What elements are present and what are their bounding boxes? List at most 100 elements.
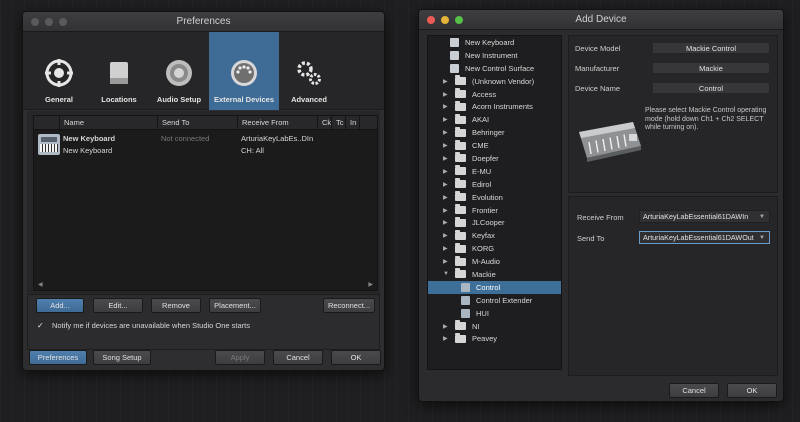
chevron-right-icon[interactable]: ▶ <box>443 168 451 175</box>
close-button[interactable] <box>427 16 435 24</box>
ok-button[interactable]: OK <box>727 383 777 398</box>
minimize-button[interactable] <box>45 18 53 26</box>
chevron-right-icon[interactable]: ▶ <box>443 323 451 330</box>
tree-item-label: AKAI <box>472 115 490 125</box>
device-tree[interactable]: New Keyboard New Instrument New Control … <box>427 35 562 370</box>
header-send-to[interactable]: Send To <box>158 115 238 130</box>
tree-item-label: Access <box>472 89 497 99</box>
device-name-label: Device Name <box>575 84 621 93</box>
zoom-button[interactable] <box>59 18 67 26</box>
preferences-title: Preferences <box>176 16 231 27</box>
minimize-button[interactable] <box>441 16 449 24</box>
gears-icon <box>297 61 321 85</box>
tree-folder[interactable]: ▶ (Unknown Vendor) <box>428 75 561 88</box>
tree-folder[interactable]: ▶ Edirol <box>428 178 561 191</box>
notify-checkbox[interactable]: ✓ Notify me if devices are unavailable w… <box>37 321 250 330</box>
tree-folder-mackie[interactable]: ▼ Mackie <box>428 268 561 281</box>
chevron-right-icon[interactable]: ▶ <box>443 258 451 265</box>
table-row[interactable]: New Keyboard New Keyboard Not connected … <box>36 132 376 158</box>
chevron-right-icon[interactable]: ▶ <box>443 207 451 214</box>
tree-item-label: Doepfer <box>472 153 499 163</box>
edit-button[interactable]: Edit... <box>93 298 143 313</box>
send-to-select[interactable]: ArturiaKeyLabEssential61DAWOut ▼ <box>639 231 770 244</box>
manufacturer-field[interactable]: Mackie <box>652 62 770 74</box>
tree-folder[interactable]: ▶ Access <box>428 88 561 101</box>
chevron-right-icon[interactable]: ▶ <box>443 245 451 252</box>
tree-item-new-control-surface[interactable]: New Control Surface <box>428 62 561 75</box>
chevron-right-icon[interactable]: ▶ <box>443 219 451 226</box>
tree-folder[interactable]: ▶ Peavey <box>428 332 561 345</box>
tree-folder[interactable]: ▶ CME <box>428 139 561 152</box>
tree-item-hui[interactable]: HUI <box>428 307 561 320</box>
chevron-right-icon[interactable]: ▶ <box>443 155 451 162</box>
checkmark-icon: ✓ <box>37 321 44 330</box>
add-button[interactable]: Add... <box>36 298 84 313</box>
chevron-right-icon[interactable]: ▶ <box>443 194 451 201</box>
reconnect-button[interactable]: Reconnect... <box>323 298 375 313</box>
device-table[interactable]: Name Send To Receive From Ck Tc In New K… <box>33 115 378 291</box>
control-surface-icon <box>461 295 470 305</box>
control-surface-icon <box>450 63 459 73</box>
tab-audio-setup[interactable]: Audio Setup <box>149 32 209 110</box>
remove-button[interactable]: Remove <box>151 298 201 313</box>
tab-advanced[interactable]: Advanced <box>279 32 339 110</box>
horizontal-scrollbar[interactable]: ◀ ▶ <box>34 280 377 290</box>
folder-icon <box>455 255 466 266</box>
receive-from-select[interactable]: ArturiaKeyLabEssential61DAWIn ▼ <box>639 210 770 223</box>
close-button[interactable] <box>31 18 39 26</box>
scroll-left-icon[interactable]: ◀ <box>38 281 43 288</box>
tree-folder[interactable]: ▶ Doepfer <box>428 152 561 165</box>
header-name[interactable]: Name <box>60 115 158 130</box>
tree-folder[interactable]: ▶ Behringer <box>428 126 561 139</box>
tree-folder[interactable]: ▶ AKAI <box>428 113 561 126</box>
tree-item-new-instrument[interactable]: New Instrument <box>428 49 561 62</box>
tree-folder[interactable]: ▶ Frontier <box>428 204 561 217</box>
mackie-control-image <box>579 122 641 162</box>
chevron-right-icon[interactable]: ▶ <box>443 116 451 123</box>
tree-folder[interactable]: ▶ E-MU <box>428 165 561 178</box>
folder-icon <box>455 320 466 331</box>
tree-folder[interactable]: ▶ M-Audio <box>428 255 561 268</box>
tab-external-devices[interactable]: External Devices <box>209 32 279 110</box>
tab-general[interactable]: General <box>29 32 89 110</box>
send-to-value: ArturiaKeyLabEssential61DAWOut <box>643 233 754 242</box>
tree-folder[interactable]: ▶ Keyfax <box>428 229 561 242</box>
placement-button[interactable]: Placement... <box>209 298 261 313</box>
zoom-button[interactable] <box>455 16 463 24</box>
device-name-field[interactable]: Control <box>652 82 770 94</box>
add-device-window: Add Device New Keyboard New Instrument N… <box>418 9 784 402</box>
chevron-right-icon[interactable]: ▶ <box>443 181 451 188</box>
tree-item-new-keyboard[interactable]: New Keyboard <box>428 36 561 49</box>
chevron-right-icon[interactable]: ▶ <box>443 103 451 110</box>
header-ck[interactable]: Ck <box>318 115 332 130</box>
tab-locations[interactable]: Locations <box>89 32 149 110</box>
cancel-button[interactable]: Cancel <box>273 350 323 365</box>
preferences-button[interactable]: Preferences <box>29 350 87 365</box>
cancel-button[interactable]: Cancel <box>669 383 719 398</box>
tree-folder[interactable]: ▶ KORG <box>428 242 561 255</box>
tree-folder[interactable]: ▶ Evolution <box>428 191 561 204</box>
chevron-right-icon[interactable]: ▶ <box>443 129 451 136</box>
chevron-down-icon[interactable]: ▼ <box>443 271 451 277</box>
tree-item-label: Behringer <box>472 128 505 138</box>
header-in[interactable]: In <box>346 115 360 130</box>
chevron-right-icon[interactable]: ▶ <box>443 142 451 149</box>
header-receive-from[interactable]: Receive From <box>238 115 318 130</box>
chevron-down-icon: ▼ <box>759 213 765 220</box>
tree-item-control[interactable]: Control <box>428 280 561 294</box>
scroll-right-icon[interactable]: ▶ <box>368 281 373 288</box>
song-setup-button[interactable]: Song Setup <box>93 350 151 365</box>
model-field[interactable]: Mackie Control <box>652 42 770 54</box>
chevron-right-icon[interactable]: ▶ <box>443 335 451 342</box>
header-tc[interactable]: Tc <box>332 115 346 130</box>
tree-folder[interactable]: ▶ Acorn Instruments <box>428 100 561 113</box>
tree-item-control-extender[interactable]: Control Extender <box>428 294 561 307</box>
chevron-right-icon[interactable]: ▶ <box>443 91 451 98</box>
device-info-panel: Device Model Mackie Control Manufacturer… <box>568 35 778 193</box>
tree-folder[interactable]: ▶ JLCooper <box>428 216 561 229</box>
apply-button[interactable]: Apply <box>215 350 265 365</box>
tree-folder[interactable]: ▶ NI <box>428 320 561 333</box>
ok-button[interactable]: OK <box>331 350 381 365</box>
chevron-right-icon[interactable]: ▶ <box>443 78 451 85</box>
chevron-right-icon[interactable]: ▶ <box>443 232 451 239</box>
